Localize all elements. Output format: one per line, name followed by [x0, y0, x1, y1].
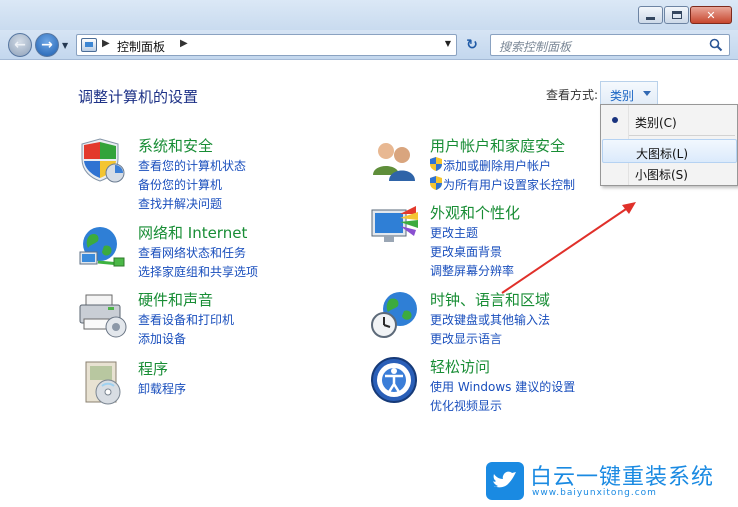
- hardware-sound-icon: [79, 294, 127, 338]
- link-windows-recommended-settings[interactable]: 使用 Windows 建议的设置: [430, 378, 575, 395]
- view-by-menu: 类别(C) 大图标(L) 小图标(S): [600, 104, 738, 186]
- clock-region-icon: [371, 292, 417, 338]
- programs-icon: [85, 361, 121, 405]
- network-icon: [79, 227, 125, 267]
- search-icon[interactable]: [709, 38, 723, 52]
- category-title-ease-of-access[interactable]: 轻松访问: [430, 356, 490, 377]
- menu-item-category[interactable]: 类别(C): [602, 109, 737, 133]
- link-homegroup-sharing[interactable]: 选择家庭组和共享选项: [138, 263, 258, 280]
- appearance-icon: [371, 206, 418, 242]
- link-change-theme[interactable]: 更改主题: [430, 224, 478, 241]
- link-parental-controls[interactable]: 为所有用户设置家长控制: [443, 176, 575, 193]
- view-by-value: 类别: [610, 89, 635, 103]
- uac-shield-icon: [430, 157, 442, 171]
- category-appearance: 外观和个性化 更改主题 更改桌面背景 调整屏幕分辨率: [370, 202, 610, 282]
- view-by-label: 查看方式:: [546, 88, 599, 102]
- radio-bullet-icon: [612, 117, 618, 123]
- category-title-appearance[interactable]: 外观和个性化: [430, 202, 520, 223]
- ease-of-access-icon: [371, 357, 417, 403]
- title-bar: ✕: [0, 0, 738, 30]
- forward-arrow-icon: →: [41, 37, 53, 53]
- link-devices-printers[interactable]: 查看设备和打印机: [138, 311, 234, 328]
- page-title: 调整计算机的设置: [78, 88, 199, 106]
- link-view-computer-status[interactable]: 查看您的计算机状态: [138, 157, 246, 174]
- menu-item-small-icons[interactable]: 小图标(S): [602, 161, 737, 185]
- close-button[interactable]: ✕: [690, 6, 732, 24]
- category-hardware-sound: 硬件和声音 查看设备和打印机 添加设备: [78, 289, 338, 349]
- category-network: 网络和 Internet 查看网络状态和任务 选择家庭组和共享选项: [78, 222, 338, 282]
- user-accounts-icon: [373, 143, 415, 181]
- maximize-icon: [671, 11, 682, 19]
- refresh-button[interactable]: ↻: [460, 34, 484, 56]
- link-find-fix-problems[interactable]: 查找并解决问题: [138, 195, 222, 212]
- category-title-user-accounts[interactable]: 用户帐户和家庭安全: [430, 135, 565, 156]
- search-placeholder: 搜索控制面板: [499, 40, 572, 54]
- link-backup-computer[interactable]: 备份您的计算机: [138, 176, 222, 193]
- category-title-clock-region[interactable]: 时钟、语言和区域: [430, 289, 550, 310]
- address-bar[interactable]: ▶ 控制面板 ▶ ▼: [76, 34, 457, 56]
- watermark-title: 白云一键重装系统: [530, 465, 715, 490]
- address-dropdown-icon[interactable]: ▼: [445, 39, 451, 48]
- recent-pages-dropdown[interactable]: ▼: [62, 41, 68, 50]
- back-button[interactable]: ←: [8, 33, 32, 57]
- watermark-url: www.baiyunxitong.com: [532, 488, 657, 498]
- menu-item-large-icons[interactable]: 大图标(L): [602, 139, 737, 163]
- category-clock-region: 时钟、语言和区域 更改键盘或其他输入法 更改显示语言: [370, 289, 610, 349]
- breadcrumb-separator-icon[interactable]: ▶: [102, 38, 110, 49]
- minimize-button[interactable]: [638, 6, 663, 24]
- main-content: 调整计算机的设置 查看方式: 类别 系统和安全 查看您的计算机状态 备份您的计算…: [0, 61, 738, 507]
- category-title-network[interactable]: 网络和 Internet: [138, 222, 247, 243]
- link-view-network-status[interactable]: 查看网络状态和任务: [138, 244, 246, 261]
- refresh-icon: ↻: [466, 37, 478, 53]
- maximize-button[interactable]: [664, 6, 689, 24]
- category-programs: 程序 卸载程序: [78, 358, 338, 408]
- category-title-system-security[interactable]: 系统和安全: [138, 135, 213, 156]
- link-add-remove-accounts[interactable]: 添加或删除用户帐户: [443, 157, 551, 174]
- category-title-programs[interactable]: 程序: [138, 358, 168, 379]
- menu-separator: [629, 135, 735, 136]
- link-change-keyboard-input[interactable]: 更改键盘或其他输入法: [430, 311, 550, 328]
- bird-logo-icon: [486, 462, 524, 500]
- breadcrumb-control-panel[interactable]: 控制面板: [117, 38, 165, 55]
- link-change-desktop-background[interactable]: 更改桌面背景: [430, 243, 502, 260]
- link-add-device[interactable]: 添加设备: [138, 330, 186, 347]
- uac-shield-icon: [430, 176, 442, 190]
- category-title-hardware-sound[interactable]: 硬件和声音: [138, 289, 213, 310]
- watermark: 白云一键重装系统 www.baiyunxitong.com: [486, 462, 736, 504]
- link-adjust-resolution[interactable]: 调整屏幕分辨率: [430, 262, 514, 279]
- system-security-icon: [81, 138, 125, 183]
- category-ease-of-access: 轻松访问 使用 Windows 建议的设置 优化视频显示: [370, 356, 610, 416]
- minimize-icon: [646, 16, 655, 20]
- control-panel-icon: [81, 38, 97, 52]
- view-by-select[interactable]: 类别: [600, 81, 658, 105]
- navigation-bar: ← → ▼ ▶ 控制面板 ▶ ▼ ↻ 搜索控制面板: [0, 30, 738, 60]
- breadcrumb-separator-icon[interactable]: ▶: [180, 38, 188, 49]
- close-icon: ✕: [706, 8, 716, 22]
- forward-button[interactable]: →: [35, 33, 59, 57]
- link-uninstall-program[interactable]: 卸载程序: [138, 380, 186, 397]
- chevron-down-icon: [643, 91, 651, 96]
- link-change-display-language[interactable]: 更改显示语言: [430, 330, 502, 347]
- menu-item-label: 大图标(L): [636, 147, 689, 161]
- category-system-security: 系统和安全 查看您的计算机状态 备份您的计算机 查找并解决问题: [78, 135, 338, 215]
- menu-item-label: 小图标(S): [635, 168, 688, 182]
- category-user-accounts: 用户帐户和家庭安全 添加或删除用户帐户 为所有用户设置家长控制: [370, 135, 610, 195]
- menu-item-label: 类别(C): [635, 116, 677, 130]
- search-input[interactable]: 搜索控制面板: [490, 34, 730, 56]
- window-controls: ✕: [637, 6, 732, 24]
- back-arrow-icon: ←: [14, 37, 26, 53]
- link-optimize-visual-display[interactable]: 优化视频显示: [430, 397, 502, 414]
